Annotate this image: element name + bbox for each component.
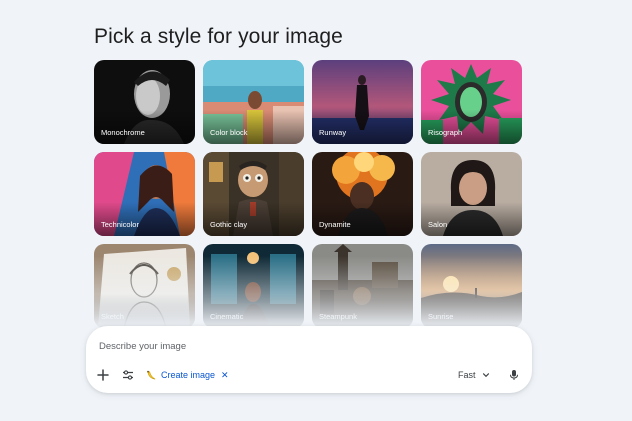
page-title: Pick a style for your image — [94, 25, 343, 48]
plus-icon — [97, 369, 109, 381]
close-icon[interactable]: ✕ — [221, 370, 229, 381]
banana-icon — [147, 370, 156, 379]
model-label: Fast — [458, 370, 476, 380]
style-label: Runway — [319, 128, 347, 137]
label-gradient — [312, 110, 413, 144]
tools-button[interactable] — [119, 366, 137, 384]
style-label: Gothic clay — [210, 220, 248, 229]
label-gradient — [94, 202, 195, 236]
style-tile-cinematic[interactable]: Cinematic — [203, 244, 304, 328]
style-tile-gothic-clay[interactable]: Gothic clay — [203, 152, 304, 236]
style-label: Dynamite — [319, 220, 351, 229]
label-gradient — [203, 202, 304, 236]
style-tile-risograph[interactable]: Risograph — [421, 60, 522, 144]
style-tile-monochrome[interactable]: Monochrome — [94, 60, 195, 144]
style-tile-runway[interactable]: Runway — [312, 60, 413, 144]
create-image-chip[interactable]: Create image ✕ — [146, 367, 229, 383]
style-tile-salon[interactable]: Salon — [421, 152, 522, 236]
mic-icon — [510, 370, 518, 380]
style-label: Sketch — [101, 312, 124, 321]
label-gradient — [421, 202, 522, 236]
label-gradient — [421, 110, 522, 144]
chevron-down-icon — [482, 373, 489, 378]
tune-icon — [123, 370, 133, 380]
style-tile-sunrise[interactable]: Sunrise — [421, 244, 522, 328]
style-label: Technicolor — [101, 220, 139, 229]
add-button[interactable] — [94, 366, 112, 384]
model-selector[interactable]: Fast — [458, 367, 490, 383]
style-label: Sunrise — [428, 312, 454, 321]
style-label: Risograph — [428, 128, 463, 137]
mic-button[interactable] — [505, 366, 523, 384]
prompt-composer: Create image ✕ Fast — [86, 326, 532, 393]
style-label: Monochrome — [101, 128, 145, 137]
style-label: Color block — [210, 128, 248, 137]
style-label: Salon — [428, 220, 448, 229]
style-tile-steampunk[interactable]: Steampunk — [312, 244, 413, 328]
label-gradient — [421, 294, 522, 328]
create-image-label: Create image — [161, 370, 216, 380]
style-tile-color-block[interactable]: Color block — [203, 60, 304, 144]
style-tile-sketch[interactable]: Sketch — [94, 244, 195, 328]
label-gradient — [94, 110, 195, 144]
style-label: Steampunk — [319, 312, 357, 321]
style-tile-technicolor[interactable]: Technicolor — [94, 152, 195, 236]
label-gradient — [94, 294, 195, 328]
style-grid: Monochrome Color block Runway Risograph … — [94, 60, 522, 328]
label-gradient — [312, 294, 413, 328]
label-gradient — [203, 110, 304, 144]
image-style-page: Pick a style for your image Monochrome C… — [0, 0, 632, 421]
label-gradient — [203, 294, 304, 328]
prompt-input[interactable] — [99, 339, 399, 353]
label-gradient — [312, 202, 413, 236]
style-label: Cinematic — [210, 312, 244, 321]
style-tile-dynamite[interactable]: Dynamite — [312, 152, 413, 236]
